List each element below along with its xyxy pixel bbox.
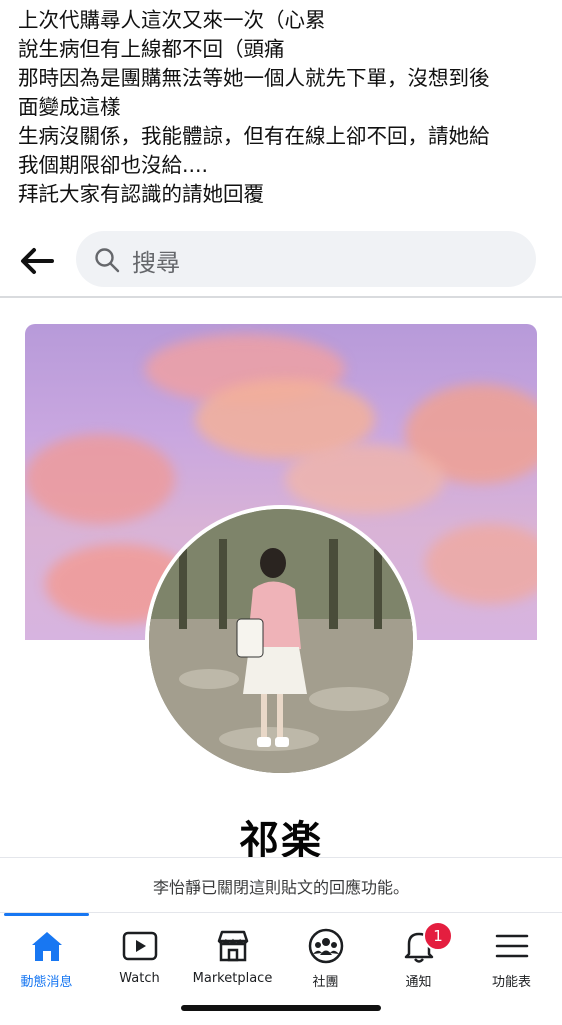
tab-news-feed[interactable]: 動態消息 [0, 913, 93, 993]
back-button[interactable] [16, 240, 58, 282]
search-placeholder: 搜尋 [132, 249, 180, 277]
watch-icon [122, 931, 158, 961]
post-line: 生病沒關係，我能體諒，但有在線上卻不回，請她給 [18, 124, 490, 148]
post-text: 上次代購尋人這次又來一次（心累 說生病但有上線都不回（頭痛 那時因為是團購無法等… [18, 6, 548, 209]
tab-label: 動態消息 [20, 975, 73, 990]
divider [0, 296, 562, 298]
tab-label: Marketplace [192, 971, 273, 986]
post-line: 我個期限卻也沒給.... [18, 153, 209, 177]
post-line: 拜託大家有認識的請她回覆 [18, 182, 264, 206]
tab-marketplace[interactable]: Marketplace [186, 913, 279, 993]
tab-notifications[interactable]: 1 通知 [372, 913, 465, 993]
tab-label: 功能表 [491, 975, 531, 990]
search-icon [95, 248, 120, 273]
avatar-photo [149, 509, 413, 773]
home-icon [32, 932, 62, 961]
post-line: 說生病但有上線都不回（頭痛 [18, 37, 285, 61]
post-line: 面變成這樣 [18, 95, 121, 119]
avatar[interactable] [149, 509, 413, 773]
tab-label: 社團 [312, 975, 339, 990]
tab-label: Watch [119, 971, 160, 986]
comments-closed-banner: 李怡靜已關閉這則貼文的回應功能。 [0, 857, 562, 913]
search-input[interactable]: 搜尋 [76, 231, 536, 287]
comments-closed-text: 李怡靜已關閉這則貼文的回應功能。 [152, 878, 409, 897]
tab-label: 通知 [405, 975, 432, 990]
post-line: 那時因為是團購無法等她一個人就先下單，沒想到後 [18, 66, 490, 90]
home-indicator[interactable] [181, 1005, 381, 1011]
arrow-left-icon [21, 248, 54, 274]
tab-watch[interactable]: Watch [93, 913, 186, 993]
notification-badge: 1 [423, 921, 453, 951]
tab-menu[interactable]: 功能表 [465, 913, 558, 993]
tab-groups[interactable]: 社團 [279, 913, 372, 993]
menu-icon [495, 934, 529, 958]
top-bar: 搜尋 [0, 226, 562, 296]
marketplace-icon [217, 930, 249, 962]
post-line: 上次代購尋人這次又來一次（心累 [18, 8, 326, 32]
groups-icon [308, 928, 344, 964]
